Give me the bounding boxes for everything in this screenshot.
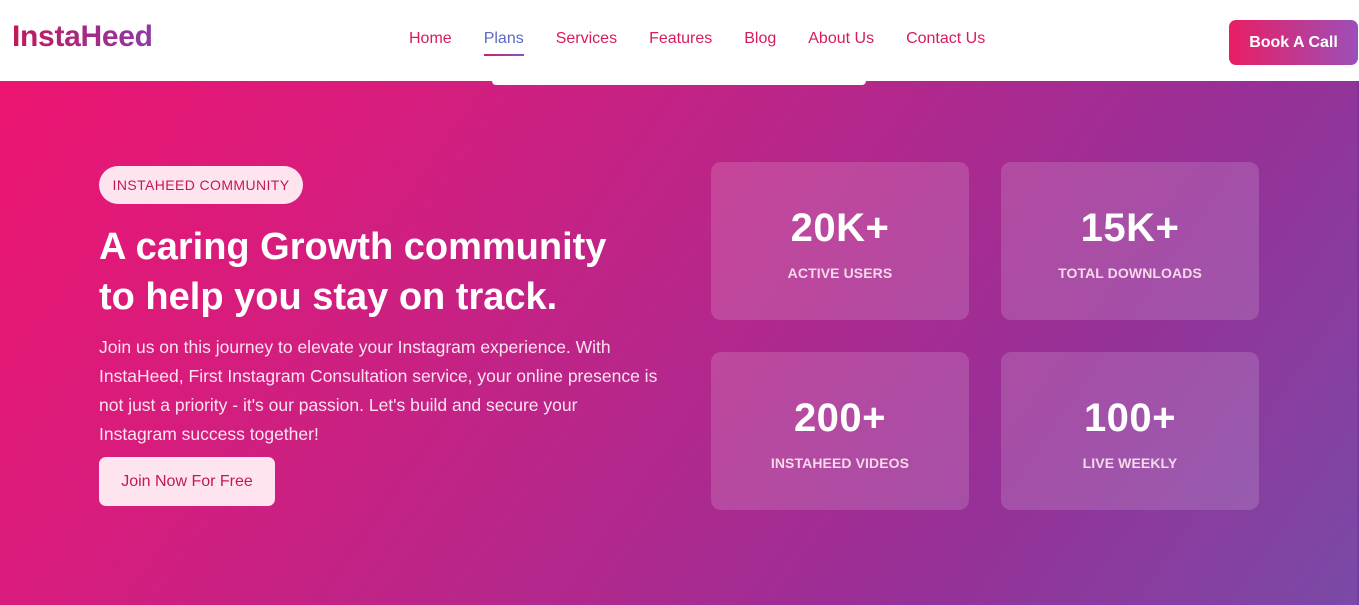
main-nav: Home Plans Services Features Blog About … [409,30,1017,56]
hero-description: Join us on this journey to elevate your … [99,337,658,444]
stat-card-active-users: 20K+ ACTIVE USERS [711,162,969,320]
nav-blog[interactable]: Blog [744,30,776,54]
logo[interactable]: InstaHeed [12,20,153,54]
book-a-call-button[interactable]: Book A Call [1229,20,1358,65]
nav-about-us[interactable]: About Us [808,30,874,54]
stat-value: 20K+ [790,206,890,250]
hero-title: A caring Growth community to help you st… [99,222,659,322]
stat-value: 100+ [1083,396,1177,440]
stat-card-instaheed-videos: 200+ INSTAHEED VIDEOS [711,352,969,510]
hero-title-line-1: A caring Growth community [99,226,607,268]
hero-title-line-2: to help you stay on track. [99,276,558,318]
dropdown-tab-edge [492,81,866,85]
stat-label: ACTIVE USERS [787,265,893,281]
stat-value: 200+ [793,396,887,440]
stat-card-live-weekly: 100+ LIVE WEEKLY [1001,352,1259,510]
site-header: InstaHeed Home Plans Services Features B… [0,0,1359,81]
stat-card-total-downloads: 15K+ TOTAL DOWNLOADS [1001,162,1259,320]
community-badge: INSTAHEED COMMUNITY [99,166,303,204]
nav-contact-us[interactable]: Contact Us [906,30,985,54]
nav-home[interactable]: Home [409,30,452,54]
join-now-button[interactable]: Join Now For Free [99,457,275,506]
nav-features[interactable]: Features [649,30,712,54]
stat-label: TOTAL DOWNLOADS [1058,265,1202,281]
stat-label: INSTAHEED VIDEOS [770,455,910,471]
stat-value: 15K+ [1080,206,1180,250]
nav-services[interactable]: Services [556,30,617,54]
nav-plans[interactable]: Plans [483,30,524,56]
stat-label: LIVE WEEKLY [1082,455,1178,471]
